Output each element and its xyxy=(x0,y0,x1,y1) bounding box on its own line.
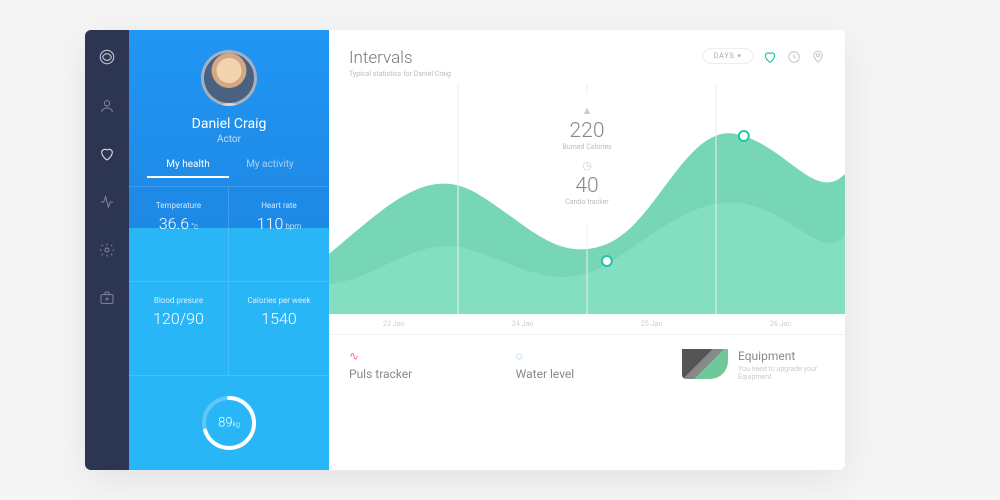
tile-label: Blood presure xyxy=(129,296,228,305)
range-dropdown[interactable]: DAYS ▾ xyxy=(703,48,753,64)
profile-panel: Daniel Craig Actor My health My activity… xyxy=(129,30,329,470)
tile-temperature: Temperature 36.6°c xyxy=(129,186,229,281)
nav-activity-icon[interactable] xyxy=(99,194,115,214)
card-title: Water level xyxy=(516,367,659,381)
stat-value: 40 xyxy=(562,174,611,198)
profile-tabs: My health My activity xyxy=(129,159,329,186)
page-subtitle: Typical statistics for Daniel Craig xyxy=(349,70,451,78)
card-puls[interactable]: ∿ Puls tracker xyxy=(349,349,492,381)
card-title: Equipment xyxy=(738,349,825,363)
clock-icon[interactable] xyxy=(787,49,801,63)
x-tick: 24 Jan xyxy=(512,320,533,328)
nav-kit-icon[interactable] xyxy=(99,290,115,310)
stat-label: Burned Calories xyxy=(562,143,611,151)
tile-heart-rate: Heart rate 110bpm xyxy=(229,186,329,281)
stat-label: Cardio tracker xyxy=(562,198,611,206)
bottom-cards: ∿ Puls tracker ◌ Water level Equipment Y… xyxy=(329,334,845,381)
page-title: Intervals xyxy=(349,48,451,68)
tile-label: Calories per week xyxy=(229,296,329,305)
avatar[interactable] xyxy=(201,50,257,106)
main-header: Intervals Typical statistics for Daniel … xyxy=(329,30,845,84)
drop-icon: ◌ xyxy=(516,349,659,363)
x-tick: 23 Jan xyxy=(383,320,404,328)
chart-stat-card: ▲ 220 Burned Calories ◷ 40 Cardio tracke… xyxy=(544,94,629,224)
ring-value: 89kg xyxy=(218,416,240,431)
card-water[interactable]: ◌ Water level xyxy=(516,349,659,381)
main-panel: Intervals Typical statistics for Daniel … xyxy=(329,30,845,470)
flame-icon: ▲ xyxy=(562,104,611,117)
nav-profile-icon[interactable] xyxy=(99,98,115,118)
app-window: Daniel Craig Actor My health My activity… xyxy=(85,30,845,470)
logo-icon[interactable] xyxy=(98,48,116,70)
x-tick: 25 Jan xyxy=(641,320,662,328)
clock-icon: ◷ xyxy=(562,159,611,172)
tile-value: 110bpm xyxy=(229,214,329,233)
tile-blood-pressure: Blood presure 120/90 xyxy=(129,281,229,376)
card-title: Puls tracker xyxy=(349,367,492,381)
card-equipment[interactable]: Equipment You need to upgrade your Equip… xyxy=(682,349,825,381)
tile-value: 1540 xyxy=(229,309,329,328)
shoe-image xyxy=(682,349,728,379)
metric-tiles: Temperature 36.6°c Heart rate 110bpm Blo… xyxy=(129,186,329,470)
tile-calories: Calories per week 1540 xyxy=(229,281,329,376)
card-subtitle: You need to upgrade your Equipment xyxy=(738,365,825,381)
chevron-down-icon: ▾ xyxy=(737,52,742,60)
tile-label: Heart rate xyxy=(229,201,329,210)
pulse-icon: ∿ xyxy=(349,349,492,363)
stat-value: 220 xyxy=(562,119,611,143)
tile-value: 36.6°c xyxy=(129,214,228,233)
nav-settings-icon[interactable] xyxy=(99,242,115,262)
tab-my-health[interactable]: My health xyxy=(147,159,229,178)
header-controls: DAYS ▾ xyxy=(703,48,825,64)
intervals-chart: ▲ 220 Burned Calories ◷ 40 Cardio tracke… xyxy=(329,84,845,314)
tile-value: 120/90 xyxy=(129,309,228,328)
profile-role: Actor xyxy=(129,134,329,145)
weight-ring: 89kg xyxy=(129,375,329,470)
nav-health-icon[interactable] xyxy=(99,146,115,166)
tab-my-activity[interactable]: My activity xyxy=(229,159,311,178)
x-axis-labels: 23 Jan 24 Jan 25 Jan 26 Jan xyxy=(329,314,845,334)
profile-header: Daniel Craig Actor xyxy=(129,30,329,159)
x-tick: 26 Jan xyxy=(770,320,791,328)
tile-label: Temperature xyxy=(129,201,228,210)
profile-name: Daniel Craig xyxy=(129,116,329,132)
location-icon[interactable] xyxy=(811,49,825,63)
favorite-icon[interactable] xyxy=(763,49,777,63)
nav-rail xyxy=(85,30,129,470)
